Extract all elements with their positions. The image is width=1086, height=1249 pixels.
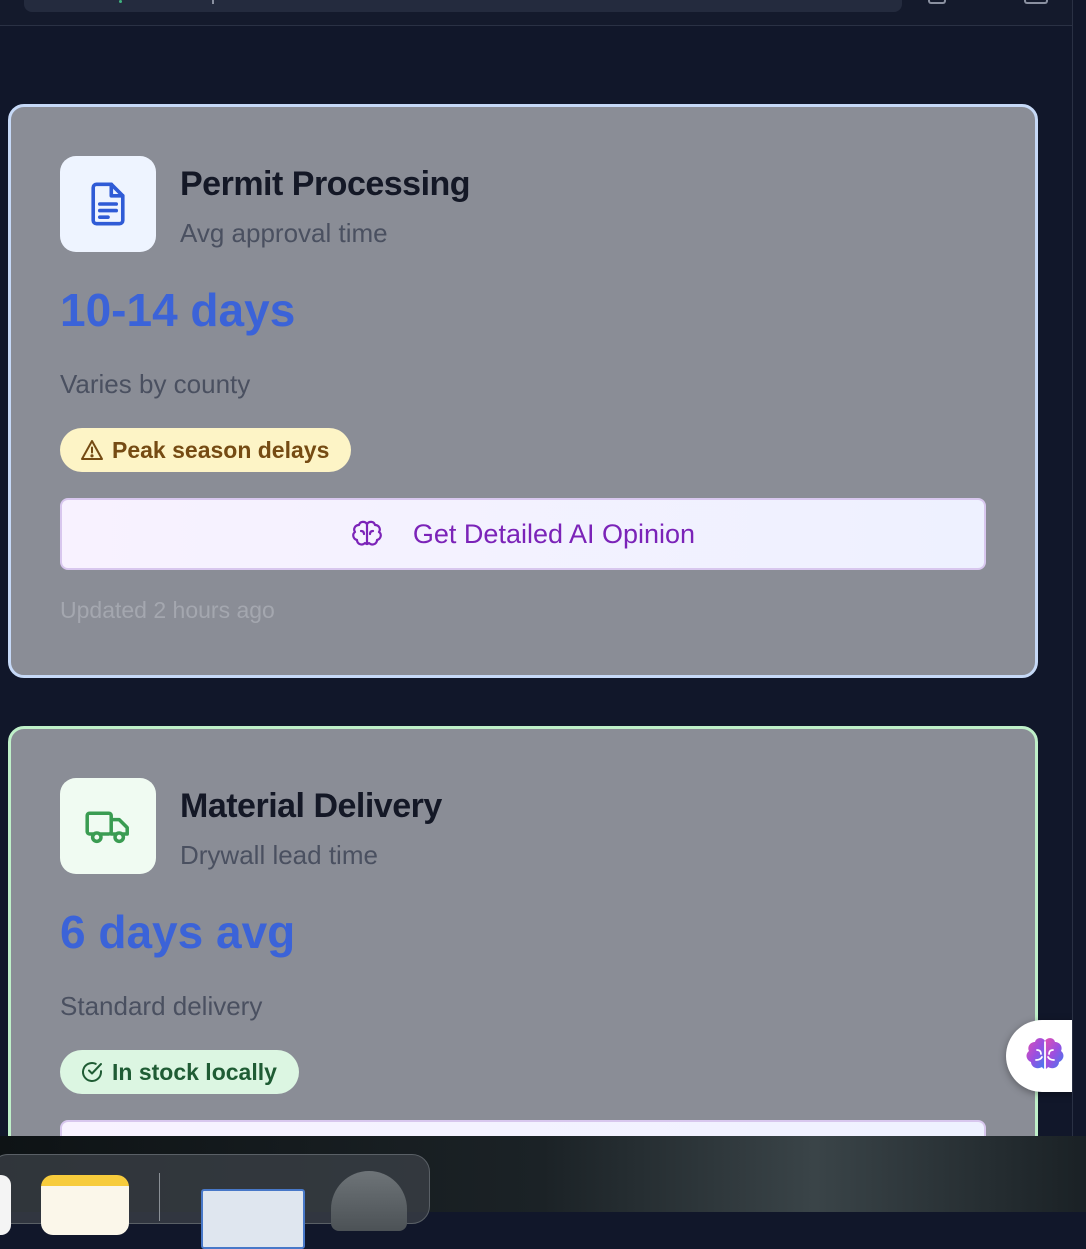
get-ai-opinion-button-partial[interactable]: [60, 1120, 986, 1136]
warning-triangle-icon: [81, 440, 103, 460]
document-icon: [91, 182, 125, 226]
permit-icon-tile: [60, 156, 156, 252]
updated-timestamp: Updated 2 hours ago: [60, 597, 275, 623]
window-edge: [1072, 0, 1086, 1150]
metric-note: Varies by county: [60, 369, 251, 399]
dock-app-partial[interactable]: [0, 1175, 11, 1235]
brain-icon: [352, 520, 382, 546]
metric-value: 6 days avg: [60, 906, 296, 958]
metric-value: 10-14 days: [60, 284, 296, 336]
material-delivery-card: Material Delivery Drywall lead time 6 da…: [8, 726, 1038, 1136]
badge-label: In stock locally: [112, 1058, 277, 1085]
dock-separator: [159, 1173, 160, 1221]
check-circle-icon: [82, 1062, 102, 1082]
window-thumbnail[interactable]: [201, 1189, 305, 1249]
ai-button-label: Get Detailed AI Opinion: [412, 518, 696, 549]
metric-note: Standard delivery: [60, 991, 263, 1021]
brain-icon: [1026, 1038, 1064, 1071]
tabs-overview-icon[interactable]: [1024, 0, 1048, 4]
card-subtitle: Drywall lead time: [180, 840, 378, 870]
dock: [0, 1154, 430, 1249]
secure-indicator: [119, 0, 122, 3]
truck-icon: [85, 811, 129, 844]
badge-label: Peak season delays: [112, 436, 330, 463]
browser-toolbar: [0, 0, 1086, 26]
url-fragment: [212, 0, 214, 4]
address-bar[interactable]: [24, 0, 902, 12]
material-icon-tile: [60, 778, 156, 874]
card-title: Permit Processing: [180, 165, 471, 203]
status-badge: Peak season delays: [60, 428, 352, 472]
trash-icon[interactable]: [331, 1171, 407, 1231]
page-viewport: Permit Processing Avg approval time 10-1…: [0, 26, 1072, 1136]
card-subtitle: Avg approval time: [180, 218, 388, 248]
browser-action-icon[interactable]: [928, 0, 946, 4]
ai-assistant-fab[interactable]: [1006, 1020, 1072, 1092]
get-ai-opinion-button[interactable]: Get Detailed AI Opinion: [60, 498, 986, 570]
notes-app-icon[interactable]: [41, 1175, 129, 1235]
status-badge: In stock locally: [60, 1050, 299, 1094]
card-title: Material Delivery: [180, 787, 442, 825]
permit-processing-card: Permit Processing Avg approval time 10-1…: [8, 104, 1038, 678]
